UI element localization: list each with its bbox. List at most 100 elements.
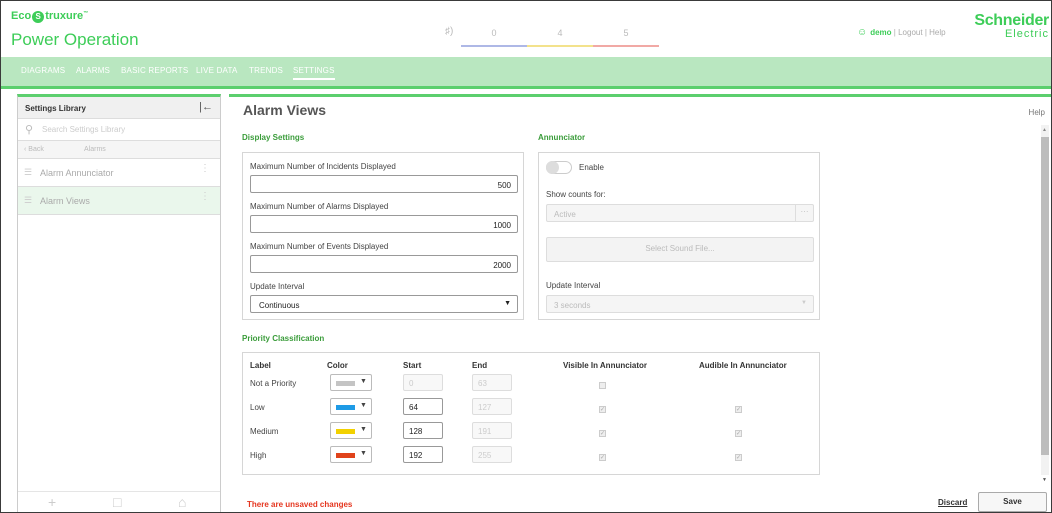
alarm-counter-bar[interactable]: ♯) 0 4 5 [441, 20, 659, 48]
visible-checkbox[interactable]: ✓ [599, 406, 606, 413]
visible-checkbox[interactable]: ✓ [599, 430, 606, 437]
nav-settings[interactable]: SETTINGS [293, 66, 335, 80]
brand-eco-text: Eco [11, 10, 32, 22]
start-input[interactable]: 64 [403, 398, 443, 415]
priority-table-panel: Label Color Start End Visible In Annunci… [242, 352, 820, 475]
settings-library-sidebar: Settings Library |← ⚲ Search Settings Li… [17, 94, 221, 512]
scroll-down-icon[interactable]: ▼ [1042, 477, 1047, 483]
start-input[interactable]: 128 [403, 422, 443, 439]
end-input: 63 [472, 374, 512, 391]
nav-diagrams[interactable]: DIAGRAMS [21, 66, 65, 75]
new-folder-icon[interactable]: □ [113, 494, 121, 510]
audible-checkbox[interactable]: ✓ [735, 406, 742, 413]
discard-button[interactable]: Discard [938, 498, 967, 507]
sidebar-item-label: Alarm Annunciator [40, 168, 114, 178]
logout-link[interactable]: Logout [898, 28, 922, 37]
end-input: 191 [472, 422, 512, 439]
color-picker[interactable]: ▼ [330, 446, 372, 463]
alarm-count-low[interactable]: 5 [593, 20, 659, 47]
color-picker[interactable]: ▼ [330, 374, 372, 391]
save-button[interactable]: Save [978, 492, 1047, 512]
end-input: 127 [472, 398, 512, 415]
nav-alarms[interactable]: ALARMS [76, 66, 110, 75]
brand-tm-text: ™ [83, 10, 89, 17]
content-scrollbar[interactable]: ▲ ▼ [1041, 125, 1049, 483]
incidents-label: Maximum Number of Incidents Displayed [250, 162, 396, 171]
alarm-count-high[interactable]: 0 [461, 20, 527, 47]
chevron-down-icon: ▼ [360, 426, 367, 433]
sidebar-breadcrumb: ‹ Back Alarms [18, 141, 220, 159]
search-input[interactable]: Search Settings Library [42, 125, 125, 134]
color-swatch [336, 381, 355, 386]
sidebar-item-alarm-views[interactable]: ☰ Alarm Views ⋮ [18, 187, 220, 215]
annunciator-update-select: 3 seconds ▼ [546, 295, 814, 313]
col-visible-header: Visible In Annunciator [563, 361, 648, 370]
main-nav: DIAGRAMS ALARMS BASIC REPORTS LIVE DATA … [1, 57, 1051, 89]
events-input[interactable]: 2000 [250, 255, 518, 273]
chevron-down-icon: ▼ [360, 402, 367, 409]
schneider-electric-logo: Schneider Electric [973, 13, 1049, 49]
visible-checkbox[interactable] [599, 382, 606, 389]
annunciator-panel: Enable Show counts for: Active ··· Select… [538, 152, 820, 320]
alarm-count-underline [593, 45, 659, 47]
enable-toggle[interactable] [546, 161, 572, 174]
alarms-label: Maximum Number of Alarms Displayed [250, 202, 389, 211]
back-button[interactable]: ‹ Back [24, 146, 44, 153]
separator: | [924, 28, 927, 37]
ecostruxure-logo: Eco Struxure™ [11, 10, 88, 23]
sidebar-item-alarm-annunciator[interactable]: ☰ Alarm Annunciator ⋮ [18, 159, 220, 187]
start-input: 0 [403, 374, 443, 391]
collapse-sidebar-icon[interactable]: |← [199, 101, 213, 113]
priority-label: Medium [250, 427, 279, 436]
user-area: ☺ demo | Logout | Help [857, 27, 946, 38]
audible-checkbox[interactable]: ✓ [735, 430, 742, 437]
scrollbar-thumb[interactable] [1041, 137, 1049, 455]
alarm-count-medium[interactable]: 4 [527, 20, 593, 47]
incidents-input[interactable]: 500 [250, 175, 518, 193]
brand-struxure-text: truxure [45, 10, 84, 22]
show-counts-value: Active [554, 210, 576, 219]
select-sound-file-button: Select Sound File... [546, 237, 814, 262]
sidebar-item-label: Alarm Views [40, 196, 90, 206]
browse-button: ··· [795, 205, 813, 221]
help-link[interactable]: Help [929, 28, 945, 37]
priority-label: Not a Priority [250, 379, 297, 388]
user-name-link[interactable]: demo [870, 28, 891, 37]
speaker-icon[interactable]: ♯) [445, 26, 453, 37]
sliders-icon: ☰ [24, 195, 33, 205]
alarm-count-value: 5 [623, 28, 629, 38]
sidebar-title: Settings Library [25, 104, 86, 113]
start-input[interactable]: 192 [403, 446, 443, 463]
events-label: Maximum Number of Events Displayed [250, 242, 389, 251]
gear-logo-icon: S [32, 11, 45, 23]
audible-checkbox[interactable]: ✓ [735, 454, 742, 461]
nav-trends[interactable]: TRENDS [249, 66, 283, 75]
vendor-subname: Electric [1004, 28, 1049, 40]
color-picker[interactable]: ▼ [330, 422, 372, 439]
col-color-header: Color [327, 361, 348, 370]
alarms-input[interactable]: 1000 [250, 215, 518, 233]
more-options-icon[interactable]: ⋮ [200, 164, 210, 174]
nav-basic-reports[interactable]: BASIC REPORTS [121, 66, 188, 75]
more-options-icon[interactable]: ⋮ [200, 192, 210, 202]
scroll-up-icon[interactable]: ▲ [1042, 127, 1047, 133]
sidebar-search[interactable]: ⚲ Search Settings Library [18, 119, 220, 141]
vendor-name: Schneider [974, 12, 1049, 29]
home-icon[interactable]: ⌂ [178, 494, 186, 510]
priority-classification-title: Priority Classification [242, 334, 325, 343]
breadcrumb-current: Alarms [84, 146, 106, 153]
col-label-header: Label [250, 361, 271, 370]
add-icon[interactable]: + [48, 494, 56, 510]
update-interval-select[interactable]: Continuous ▼ [250, 295, 518, 313]
alarm-count-underline [461, 45, 527, 47]
page-help-link[interactable]: Help [1029, 108, 1045, 117]
col-start-header: Start [403, 361, 422, 370]
page-title: Alarm Views [243, 102, 327, 118]
dropdown-arrow-icon: ▼ [504, 300, 511, 307]
app-window: Eco Struxure™ Power Operation ♯) 0 4 5 ☺ d… [0, 0, 1052, 513]
unsaved-changes-message: There are unsaved changes [247, 500, 353, 509]
visible-checkbox[interactable]: ✓ [599, 454, 606, 461]
color-picker[interactable]: ▼ [330, 398, 372, 415]
nav-live-data[interactable]: LIVE DATA [196, 66, 238, 75]
search-icon: ⚲ [25, 124, 34, 136]
